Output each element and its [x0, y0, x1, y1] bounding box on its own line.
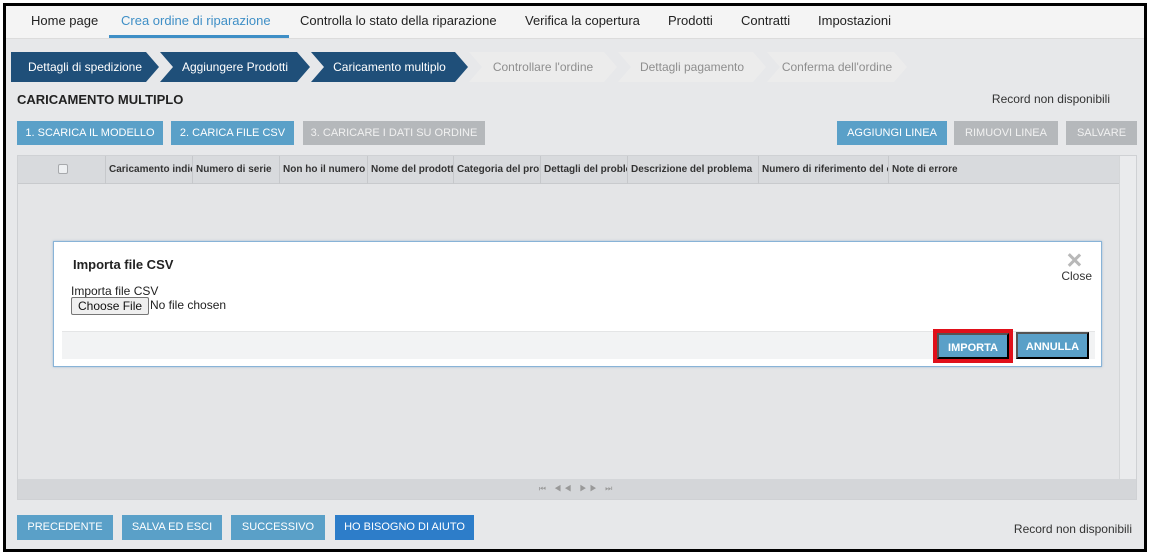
- grid-header: Caricamento indic Numero di serie Non ho…: [18, 156, 1119, 184]
- active-tab-underline: [109, 35, 289, 38]
- column-header[interactable]: Note di errore: [889, 156, 1119, 184]
- select-all-checkbox[interactable]: [58, 164, 68, 174]
- nav-prodotti[interactable]: Prodotti: [668, 6, 713, 39]
- record-status-top: Record non disponibili: [991, 92, 1110, 106]
- column-header[interactable]: Nome del prodotto: [368, 156, 454, 184]
- column-header[interactable]: Numero di serie: [193, 156, 280, 184]
- step-controllare-ordine[interactable]: Controllare l'ordine: [469, 52, 617, 82]
- next-button[interactable]: SUCCESSIVO: [231, 515, 325, 540]
- column-header[interactable]: Caricamento indic: [106, 156, 193, 184]
- remove-line-button[interactable]: RIMUOVI LINEA: [954, 121, 1058, 145]
- close-icon[interactable]: [1067, 253, 1081, 267]
- column-header[interactable]: Numero di riferimento del cl: [759, 156, 889, 184]
- upload-csv-button[interactable]: 2. CARICA FILE CSV: [171, 121, 294, 145]
- nav-impostazioni[interactable]: Impostazioni: [818, 6, 891, 39]
- close-button[interactable]: Close: [1061, 269, 1092, 283]
- column-header[interactable]: Categoria del prob: [454, 156, 541, 184]
- grid-scrollbar[interactable]: [1119, 156, 1136, 499]
- select-all-column: [18, 156, 106, 184]
- column-header[interactable]: Descrizione del problema: [628, 156, 759, 184]
- cancel-button[interactable]: ANNULLA: [1016, 332, 1089, 359]
- save-button[interactable]: SALVARE: [1066, 121, 1137, 145]
- step-aggiungere-prodotti[interactable]: Aggiungere Prodotti: [160, 52, 310, 82]
- nav-home[interactable]: Home page: [31, 6, 98, 39]
- page-title: CARICAMENTO MULTIPLO: [17, 92, 184, 107]
- nav-verifica-copertura[interactable]: Verifica la copertura: [525, 6, 640, 39]
- step-dettagli-spedizione[interactable]: Dettagli di spedizione: [11, 52, 159, 82]
- file-status: No file chosen: [150, 298, 227, 312]
- step-conferma-ordine[interactable]: Conferma dell'ordine: [767, 52, 907, 82]
- step-caricamento-multiplo[interactable]: Caricamento multiplo: [311, 52, 468, 82]
- grid-pager[interactable]: ⏮ ◀◀ ▶▶ ⏭: [18, 479, 1136, 499]
- save-exit-button[interactable]: SALVA ED ESCI: [122, 515, 222, 540]
- app-frame: Home page Crea ordine di riparazione Con…: [3, 3, 1147, 552]
- dialog-title: Importa file CSV: [73, 257, 174, 272]
- column-header[interactable]: Non ho il numero c: [280, 156, 368, 184]
- import-csv-dialog: Importa file CSV Close Importa file CSV …: [53, 241, 1102, 367]
- top-navigation: Home page Crea ordine di riparazione Con…: [6, 6, 1144, 39]
- column-header[interactable]: Dettagli del proble: [541, 156, 628, 184]
- load-to-order-button[interactable]: 3. CARICARE I DATI SU ORDINE: [303, 121, 485, 145]
- previous-button[interactable]: PRECEDENTE: [17, 515, 113, 540]
- file-input-label: Importa file CSV: [71, 284, 159, 298]
- import-button[interactable]: IMPORTA: [937, 333, 1009, 359]
- download-template-button[interactable]: 1. SCARICA IL MODELLO: [17, 121, 163, 145]
- record-status-bottom: Record non disponibili: [1013, 522, 1132, 536]
- nav-controlla-stato[interactable]: Controlla lo stato della riparazione: [300, 6, 497, 39]
- add-line-button[interactable]: AGGIUNGI LINEA: [837, 121, 947, 145]
- step-dettagli-pagamento[interactable]: Dettagli pagamento: [618, 52, 766, 82]
- choose-file-button[interactable]: Choose File: [71, 297, 150, 315]
- nav-contratti[interactable]: Contratti: [741, 6, 790, 39]
- help-button[interactable]: HO BISOGNO DI AIUTO: [335, 515, 474, 540]
